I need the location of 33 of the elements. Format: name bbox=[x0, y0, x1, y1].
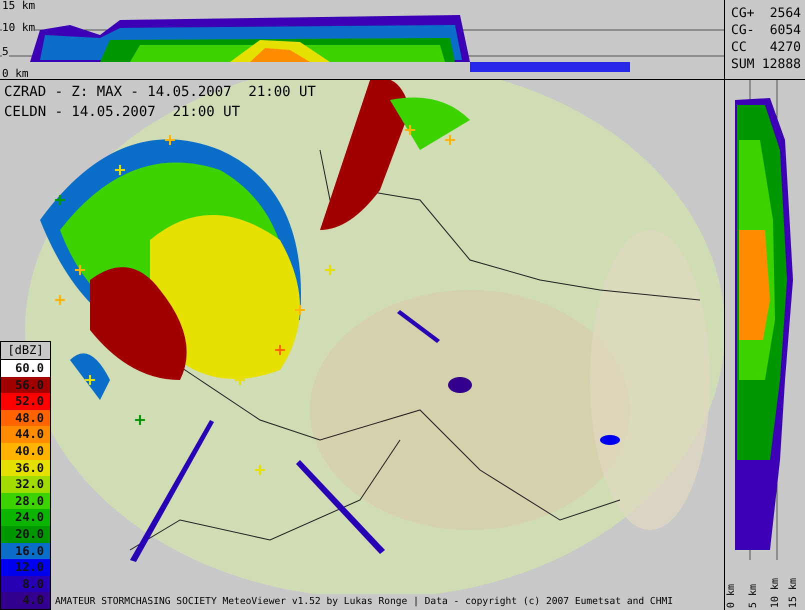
height-label: 10 km bbox=[771, 578, 781, 608]
legend-entry: 48.0 bbox=[1, 410, 50, 426]
legend-entry: 52.0 bbox=[1, 393, 50, 410]
stat-value: 12888 bbox=[760, 57, 801, 73]
legend-entry: 20.0 bbox=[1, 526, 50, 543]
legend-entry: 36.0 bbox=[1, 460, 50, 476]
legend-entry: 60.0 bbox=[1, 360, 50, 377]
stat-label: CG+ bbox=[731, 6, 754, 22]
legend-entry: 44.0 bbox=[1, 426, 50, 444]
stat-label: CC bbox=[731, 40, 748, 56]
height-label: 0 km bbox=[2, 68, 28, 79]
legend-entry: 28.0 bbox=[1, 492, 50, 510]
legend-entry: 32.0 bbox=[1, 476, 50, 493]
legend-entry: 56.0 bbox=[1, 376, 50, 394]
legend-entry: 12.0 bbox=[1, 559, 50, 576]
stat-value: 6054 bbox=[768, 23, 801, 39]
legend-entry: 24.0 bbox=[1, 509, 50, 526]
product-info-text: CZRAD - Z: MAX - 14.05.2007 21:00 UT bbox=[4, 84, 316, 100]
stat-label: SUM bbox=[731, 57, 754, 73]
stat-value: 2564 bbox=[768, 6, 801, 22]
product-info-text: CELDN - 14.05.2007 21:00 UT bbox=[4, 104, 242, 120]
legend-entry: 40.0 bbox=[1, 443, 50, 460]
height-label: 15 km bbox=[789, 578, 799, 608]
legend-entry: 16.0 bbox=[1, 542, 50, 560]
legend-entry: 4.0 bbox=[1, 592, 50, 609]
height-label: 0 km bbox=[727, 584, 737, 608]
height-label: 15 km bbox=[2, 0, 36, 11]
stat-label: CG- bbox=[731, 23, 754, 39]
stat-value: 4270 bbox=[768, 40, 801, 56]
legend-entry: 8.0 bbox=[1, 576, 50, 592]
height-label: 10 km bbox=[2, 22, 36, 33]
height-label: 5 km bbox=[749, 584, 759, 608]
height-label: 5 bbox=[2, 46, 9, 57]
